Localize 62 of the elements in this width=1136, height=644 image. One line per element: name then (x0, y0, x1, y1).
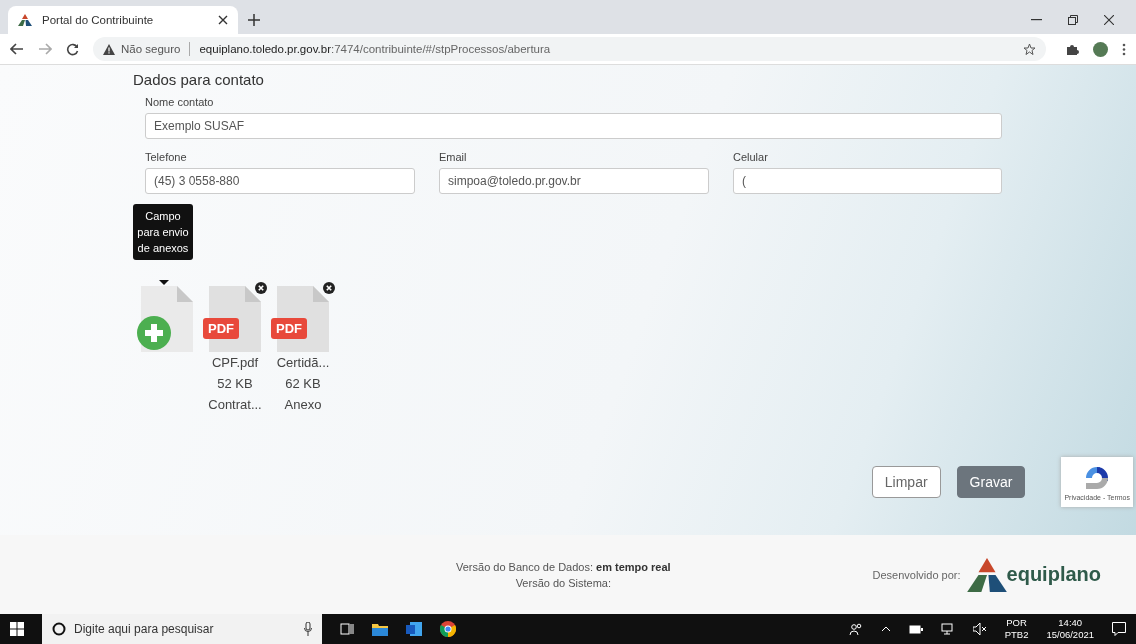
restore-icon[interactable] (1068, 15, 1078, 25)
action-button[interactable]: Limpar (871, 466, 941, 498)
file-size: 62 KB (285, 375, 321, 393)
action-button[interactable]: Gravar (956, 466, 1026, 498)
remove-icon[interactable] (323, 282, 335, 294)
add-icon[interactable] (137, 316, 171, 350)
language-indicator[interactable]: POR PTB2 (1004, 617, 1029, 641)
plus-icon[interactable] (248, 14, 260, 26)
pdf-badge: PDF (203, 318, 239, 339)
file-description: Anexo (284, 396, 322, 414)
logo-text: equiplano (1006, 563, 1101, 586)
text-field[interactable]: simpoa@toledo.pr.gov.br (439, 168, 709, 194)
circle-icon (52, 622, 66, 636)
star-icon[interactable] (1023, 42, 1036, 56)
network-icon[interactable] (940, 623, 955, 635)
microphone-icon[interactable] (304, 622, 312, 636)
close-icon[interactable] (1104, 15, 1114, 25)
folder-icon[interactable] (372, 622, 388, 636)
file-description: Contrat... (208, 396, 262, 414)
warning-icon (103, 43, 115, 55)
system-version-text: Versão do Sistema: (515, 575, 611, 591)
file-size: 52 KB (217, 375, 253, 393)
speaker-muted-icon[interactable] (972, 623, 987, 635)
triangle-logo-icon (966, 557, 1007, 592)
notification-icon[interactable] (1112, 622, 1126, 636)
tooltip: Campo para envio de anexos (133, 204, 193, 260)
text-field[interactable]: ( (733, 168, 1002, 194)
text-field[interactable]: Exemplo SUSAF (145, 113, 1002, 139)
people-icon[interactable] (848, 623, 863, 635)
tab-title: Portal do Contribuinte (42, 14, 155, 26)
chevron-up-icon[interactable] (880, 626, 891, 632)
file-name: CPF.pdf (211, 354, 259, 372)
field-label: Celular (733, 151, 769, 163)
avatar-icon[interactable] (1093, 41, 1108, 57)
field-label: Telefone (145, 151, 188, 163)
windows-logo-icon[interactable] (10, 622, 24, 636)
close-icon[interactable] (218, 15, 228, 25)
tooltip-arrow (159, 280, 169, 285)
task-view-icon[interactable] (340, 622, 354, 636)
section-title: Dados para contato (133, 71, 265, 88)
text-field[interactable]: (45) 3 0558-880 (145, 168, 415, 194)
word-icon[interactable] (406, 621, 422, 637)
file-name: Certidã... (276, 354, 330, 372)
back-arrow-icon[interactable] (10, 43, 24, 55)
chrome-icon[interactable] (440, 621, 456, 637)
puzzle-icon[interactable] (1066, 42, 1079, 56)
minimize-icon[interactable] (1031, 19, 1042, 21)
taskbar-search-field[interactable]: Digite aqui para pesquisar (42, 614, 322, 644)
reload-icon[interactable] (66, 42, 79, 56)
database-version-text: Versão do Banco de Dados: em tempo real (456, 559, 671, 575)
pdf-badge: PDF (271, 318, 307, 339)
clock[interactable]: 14:40 15/06/2021 (1046, 617, 1094, 641)
field-label: Email (439, 151, 468, 163)
browser-tab[interactable]: Portal do Contribuinte (8, 6, 238, 34)
menu-icon[interactable] (1122, 42, 1126, 56)
remove-icon[interactable] (255, 282, 267, 294)
security-label: Não seguro (121, 43, 181, 55)
developed-by-label: Desenvolvido por: (872, 568, 961, 581)
url-text[interactable]: equiplano.toledo.pr.gov.br:7474/contribuinte/#/stpProcessos/abertura (199, 43, 551, 55)
triangle-logo-icon (18, 14, 32, 26)
field-label: Nome contato (145, 96, 215, 108)
battery-icon[interactable] (908, 624, 923, 634)
